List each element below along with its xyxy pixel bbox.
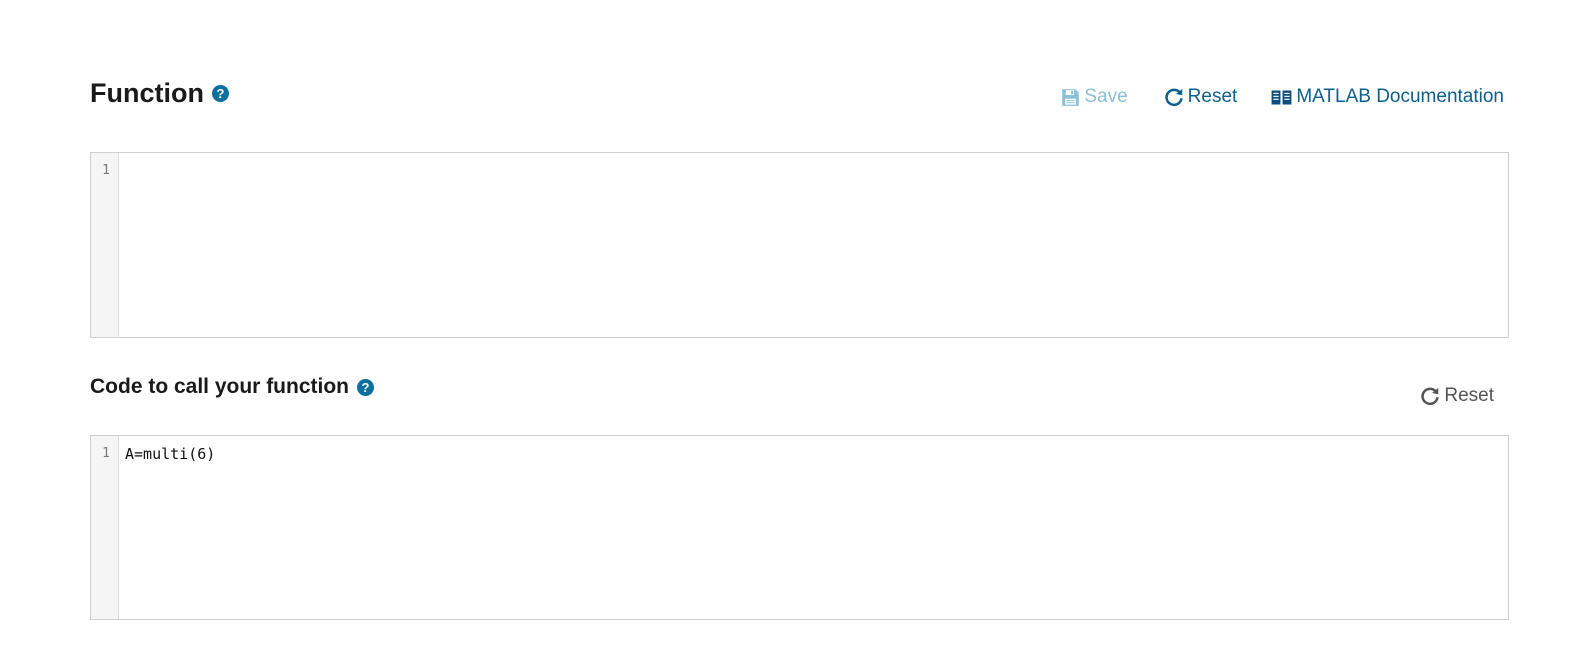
- floppy-disk-icon: [1061, 88, 1080, 107]
- function-title: Function: [90, 78, 204, 108]
- line-number: 1: [102, 163, 110, 178]
- line-number: 1: [102, 446, 110, 461]
- function-toolbar: Save Reset MATLAB Documentation: [1061, 86, 1504, 108]
- matlab-documentation-link[interactable]: MATLAB Documentation: [1271, 86, 1504, 108]
- refresh-icon: [1420, 386, 1440, 406]
- call-code-header: Code to call your function ?: [90, 375, 375, 399]
- call-code-reset-label: Reset: [1444, 385, 1494, 406]
- save-label: Save: [1084, 86, 1128, 107]
- refresh-icon: [1164, 87, 1184, 107]
- function-header: Function ?: [90, 78, 229, 109]
- call-code-reset-button[interactable]: Reset: [1420, 385, 1494, 407]
- save-button[interactable]: Save: [1061, 86, 1128, 108]
- call-code-help-icon[interactable]: ?: [357, 378, 375, 396]
- function-reset-label: Reset: [1187, 86, 1238, 107]
- book-icon: [1271, 89, 1292, 106]
- call-code-title: Code to call your function: [90, 375, 350, 398]
- function-reset-button[interactable]: Reset: [1164, 86, 1238, 108]
- call-code-toolbar: Reset: [1420, 385, 1494, 407]
- function-code-input[interactable]: [119, 153, 1508, 337]
- call-code-editor[interactable]: 1 A=multi(6): [90, 435, 1509, 620]
- function-help-icon[interactable]: ?: [211, 85, 229, 102]
- function-editor[interactable]: 1: [90, 152, 1509, 338]
- matlab-documentation-label: MATLAB Documentation: [1296, 86, 1504, 107]
- call-code-editor-gutter: 1: [91, 436, 119, 619]
- function-editor-gutter: 1: [91, 153, 119, 337]
- call-code-input[interactable]: A=multi(6): [119, 436, 1508, 619]
